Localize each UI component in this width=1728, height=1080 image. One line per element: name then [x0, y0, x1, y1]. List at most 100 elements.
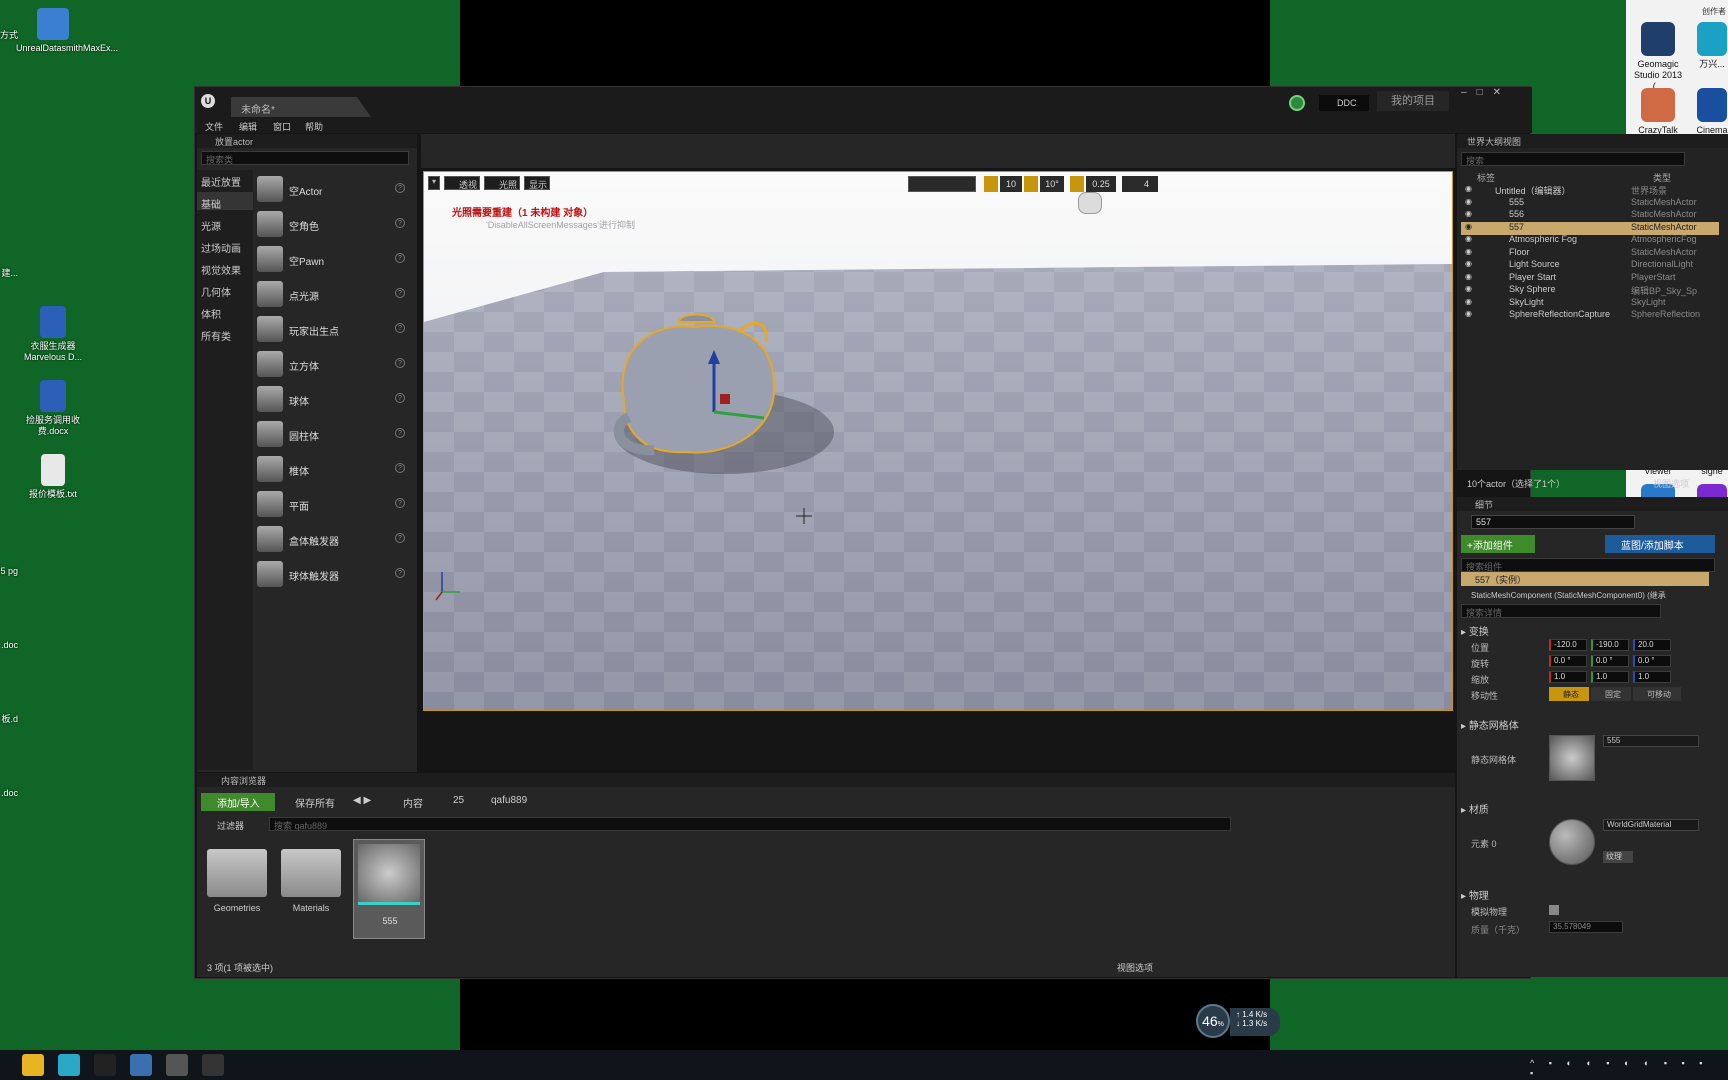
actor-item[interactable]: 点光源?	[255, 279, 409, 309]
source-control-status-icon[interactable]	[1289, 95, 1305, 111]
outliner-search-input[interactable]: 搜索	[1461, 152, 1685, 166]
static-mesh-asset[interactable]: 555	[353, 839, 425, 939]
place-actor-tab[interactable]: 放置actor	[197, 134, 417, 148]
location-field[interactable]: -190.0	[1591, 639, 1629, 651]
actor-item[interactable]: 盒体触发器?	[255, 524, 409, 554]
lit-button[interactable]: 光照	[484, 176, 520, 190]
app-2-taskbar-icon[interactable]	[58, 1054, 80, 1076]
section-transform[interactable]: ▸ 变换	[1461, 623, 1489, 638]
ddc-indicator[interactable]: DDC	[1319, 95, 1369, 111]
folder-icon[interactable]	[207, 849, 267, 897]
help-icon[interactable]: ?	[395, 358, 405, 368]
actor-item[interactable]: 空Pawn?	[255, 244, 409, 274]
scale-field[interactable]: 1.0	[1633, 671, 1671, 683]
show-button[interactable]: 显示	[524, 176, 550, 190]
content-browser-tab[interactable]: 内容浏览器	[197, 773, 1455, 787]
unreal-taskbar-icon[interactable]	[94, 1054, 116, 1076]
help-icon[interactable]: ?	[395, 428, 405, 438]
rotation-field[interactable]: 0.0 °	[1549, 655, 1587, 667]
rotation-field[interactable]: 0.0 °	[1591, 655, 1629, 667]
help-icon[interactable]: ?	[395, 393, 405, 403]
actor-item[interactable]: 空角色?	[255, 209, 409, 239]
actor-item[interactable]: 玩家出生点?	[255, 314, 409, 344]
outliner-row[interactable]: ◉ Light Source DirectionalLight	[1461, 259, 1719, 272]
section-materials[interactable]: ▸ 材质	[1461, 801, 1489, 816]
actor-item[interactable]: 球体?	[255, 384, 409, 414]
static-mesh-dropdown[interactable]: 555	[1603, 735, 1699, 747]
desktop-icon[interactable]: 万兴...	[1692, 22, 1728, 70]
static-mesh-thumbnail[interactable]	[1549, 735, 1595, 781]
section-static-mesh[interactable]: ▸ 静态网格体	[1461, 717, 1519, 732]
rotation-field[interactable]: 0.0 °	[1633, 655, 1671, 667]
menu-window[interactable]: 窗口	[273, 120, 291, 133]
desktop-icon[interactable]: 衣服生成器Marvelous D...	[16, 306, 90, 363]
path-qafu889[interactable]: qafu889	[491, 795, 527, 806]
desktop-icon[interactable]: Geomagic Studio 2013 (...	[1630, 22, 1686, 92]
filters-button[interactable]: 过滤器	[217, 819, 244, 832]
help-icon[interactable]: ?	[395, 218, 405, 228]
grid-snap-value[interactable]: 10	[1000, 176, 1022, 192]
scale-field[interactable]: 1.0	[1549, 671, 1587, 683]
actor-name-input[interactable]: 557	[1471, 515, 1635, 529]
category-recent[interactable]: 最近放置	[201, 174, 241, 189]
help-icon[interactable]: ?	[395, 183, 405, 193]
outliner-view-options[interactable]: 视图选项	[1653, 477, 1689, 490]
help-icon[interactable]: ?	[395, 288, 405, 298]
category-lights[interactable]: 光源	[201, 218, 221, 233]
category-geometry[interactable]: 几何体	[201, 284, 231, 299]
location-label[interactable]: 位置	[1471, 641, 1489, 654]
outliner-row[interactable]: ◉ Player Start PlayerStart	[1461, 272, 1719, 285]
help-icon[interactable]: ?	[395, 463, 405, 473]
add-import-button[interactable]: 添加/导入	[201, 793, 275, 811]
transform-mode-buttons[interactable]	[908, 176, 976, 192]
viewport[interactable]: ▾ 透视 光照 显示 光照需要重建（1 未构建 对象） 'DisableAllS…	[423, 171, 1453, 711]
visibility-eye-icon[interactable]: ◉	[1465, 284, 1472, 293]
grid-snap-icon[interactable]	[984, 176, 998, 192]
maximize-icon[interactable]: □	[1477, 87, 1493, 98]
visibility-eye-icon[interactable]: ◉	[1465, 309, 1472, 318]
rotation-snap-value[interactable]: 10°	[1040, 176, 1064, 192]
desktop-icon[interactable]: 捡服务调用收费.docx	[16, 380, 90, 437]
column-label[interactable]: 标签	[1477, 171, 1495, 184]
help-icon[interactable]: ?	[395, 568, 405, 578]
mass-input[interactable]: 35.578049	[1549, 921, 1623, 933]
outliner-row[interactable]: ◉ Sky Sphere 编辑BP_Sky_Sp	[1461, 284, 1719, 297]
level-tab[interactable]: 未命名*	[231, 97, 371, 117]
mobility-stationary[interactable]: 固定	[1591, 687, 1631, 701]
minimize-icon[interactable]: ‒	[1461, 87, 1477, 98]
actor-item[interactable]: 圆柱体?	[255, 419, 409, 449]
class-search-input[interactable]: 搜索类	[201, 151, 409, 165]
instance-row[interactable]: 557（实例）	[1461, 572, 1709, 586]
scale-snap-icon[interactable]	[1070, 176, 1084, 192]
category-basic[interactable]: 基础	[201, 196, 221, 211]
outliner-row[interactable]: ◉ SphereReflectionCapture SphereReflection	[1461, 309, 1719, 322]
outliner-row[interactable]: ◉ Atmospheric Fog AtmosphericFog	[1461, 234, 1719, 247]
app-1-taskbar-icon[interactable]	[22, 1054, 44, 1076]
actor-item[interactable]: 空Actor?	[255, 174, 409, 204]
visibility-eye-icon[interactable]: ◉	[1465, 209, 1472, 218]
visibility-eye-icon[interactable]: ◉	[1465, 272, 1472, 281]
perspective-button[interactable]: 透视	[444, 176, 480, 190]
actor-item[interactable]: 立方体?	[255, 349, 409, 379]
simulate-physics-checkbox[interactable]	[1549, 905, 1559, 915]
outliner-row[interactable]: ◉ Untitled（编辑器） 世界场景	[1461, 184, 1719, 197]
outliner-row[interactable]: ◉ SkyLight SkyLight	[1461, 297, 1719, 310]
visibility-eye-icon[interactable]: ◉	[1465, 234, 1472, 243]
section-physics[interactable]: ▸ 物理	[1461, 887, 1489, 902]
details-tab[interactable]: 细节	[1457, 497, 1728, 511]
category-visual-effects[interactable]: 视觉效果	[201, 262, 241, 277]
rotation-label[interactable]: 旋转	[1471, 657, 1489, 670]
outliner-row[interactable]: ◉ 555 StaticMeshActor	[1461, 197, 1719, 210]
folder-icon[interactable]	[281, 849, 341, 897]
visibility-eye-icon[interactable]: ◉	[1465, 197, 1472, 206]
scale-snap-value[interactable]: 0.25	[1086, 176, 1116, 192]
desktop-icon[interactable]: 报价模板.txt	[16, 454, 90, 500]
texture-button[interactable]: 纹理	[1603, 851, 1633, 863]
category-cinematic[interactable]: 过场动画	[201, 240, 241, 255]
outliner-row[interactable]: ◉ Floor StaticMeshActor	[1461, 247, 1719, 260]
category-volumes[interactable]: 体积	[201, 306, 221, 321]
component-search-input[interactable]: 搜索组件	[1461, 558, 1715, 572]
epic-taskbar-icon[interactable]	[202, 1054, 224, 1076]
mobility-static[interactable]: 静态	[1549, 687, 1589, 701]
save-all-button[interactable]: 保存所有	[281, 795, 335, 810]
